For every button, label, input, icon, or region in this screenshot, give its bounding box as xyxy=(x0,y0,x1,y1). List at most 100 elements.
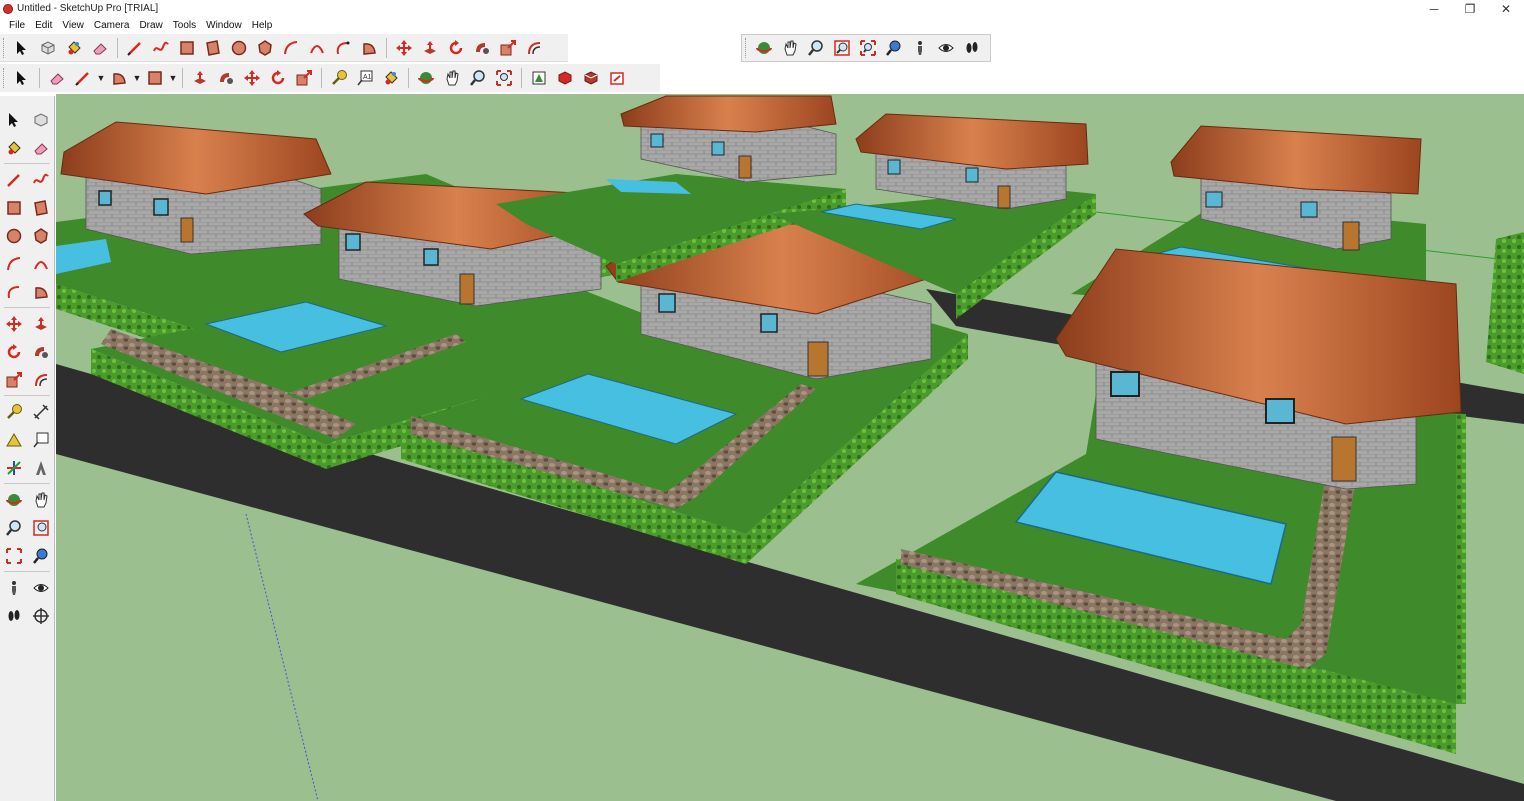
position-camera-button[interactable] xyxy=(907,35,933,61)
minimize-button[interactable]: ─ xyxy=(1416,0,1452,17)
move-button[interactable] xyxy=(239,65,265,91)
menu-camera[interactable]: Camera xyxy=(89,20,135,31)
rotated-rectangle-button[interactable] xyxy=(27,194,54,221)
text-button[interactable]: A1 xyxy=(352,65,378,91)
previous-view-button[interactable] xyxy=(27,542,54,569)
two-point-arc-button[interactable] xyxy=(27,250,54,277)
three-point-arc-button[interactable] xyxy=(0,278,27,305)
select-tool-button[interactable] xyxy=(9,65,35,91)
close-button[interactable]: ✕ xyxy=(1488,0,1524,17)
rectangle-button[interactable] xyxy=(0,194,27,221)
dimension-button[interactable] xyxy=(27,398,54,425)
eraser-button[interactable] xyxy=(27,134,54,161)
toolbar-grip[interactable] xyxy=(3,37,6,58)
push-pull-button[interactable] xyxy=(187,65,213,91)
move-button[interactable] xyxy=(391,35,417,61)
paint-bucket-button[interactable] xyxy=(0,134,27,161)
rectangle-button[interactable] xyxy=(174,35,200,61)
select-tool-button[interactable] xyxy=(9,35,35,61)
zoom-extents-button[interactable] xyxy=(491,65,517,91)
zoom-extents-button[interactable] xyxy=(0,542,27,569)
pan-button[interactable] xyxy=(777,35,803,61)
rotate-button[interactable] xyxy=(443,35,469,61)
scale-button[interactable] xyxy=(0,366,27,393)
scene-canvas[interactable] xyxy=(56,94,1524,801)
menu-file[interactable]: File xyxy=(4,20,30,31)
rotate-button[interactable] xyxy=(0,338,27,365)
arc-dropdown-button[interactable] xyxy=(106,65,132,91)
layout-button[interactable] xyxy=(578,65,604,91)
menu-tools[interactable]: Tools xyxy=(168,20,201,31)
offset-button[interactable] xyxy=(521,35,547,61)
freehand-button[interactable] xyxy=(148,35,174,61)
move-button[interactable] xyxy=(0,310,27,337)
freehand-button[interactable] xyxy=(27,166,54,193)
pan-button[interactable] xyxy=(27,486,54,513)
orbit-button[interactable] xyxy=(751,35,777,61)
arc-button[interactable] xyxy=(278,35,304,61)
3d-text-button[interactable] xyxy=(27,454,54,481)
push-pull-button[interactable] xyxy=(27,310,54,337)
zoom-button[interactable] xyxy=(0,514,27,541)
line-tool-button[interactable] xyxy=(122,35,148,61)
menu-window[interactable]: Window xyxy=(201,20,247,31)
maximize-button[interactable]: ❐ xyxy=(1452,0,1488,17)
polygon-button[interactable] xyxy=(27,222,54,249)
menu-help[interactable]: Help xyxy=(247,20,278,31)
make-component-button[interactable] xyxy=(27,106,54,133)
walk-button[interactable] xyxy=(959,35,985,61)
zoom-extents-button[interactable] xyxy=(855,35,881,61)
axes-button[interactable] xyxy=(0,454,27,481)
orbit-button[interactable] xyxy=(413,65,439,91)
rotate-button[interactable] xyxy=(265,65,291,91)
follow-me-button[interactable] xyxy=(213,65,239,91)
send-to-layout-button[interactable] xyxy=(604,65,630,91)
scale-button[interactable] xyxy=(291,65,317,91)
arc-dropdown-caret[interactable]: ▼ xyxy=(132,73,142,83)
tape-measure-button[interactable] xyxy=(326,65,352,91)
polygon-button[interactable] xyxy=(252,35,278,61)
text-button[interactable] xyxy=(27,426,54,453)
previous-view-button[interactable] xyxy=(881,35,907,61)
line-tool-button[interactable] xyxy=(70,65,96,91)
look-around-button[interactable] xyxy=(933,35,959,61)
rectangle-dropdown-caret[interactable]: ▼ xyxy=(168,73,178,83)
zoom-window-button[interactable] xyxy=(27,514,54,541)
model-viewport[interactable] xyxy=(56,94,1524,801)
pie-button[interactable] xyxy=(27,278,54,305)
section-plane-button[interactable] xyxy=(27,602,54,629)
eraser-button[interactable] xyxy=(44,65,70,91)
extension-warehouse-button[interactable] xyxy=(552,65,578,91)
look-around-button[interactable] xyxy=(27,574,54,601)
toolbar-grip[interactable] xyxy=(3,68,6,88)
position-camera-button[interactable] xyxy=(0,574,27,601)
follow-me-button[interactable] xyxy=(469,35,495,61)
select-tool-button[interactable] xyxy=(0,106,27,133)
zoom-button[interactable] xyxy=(803,35,829,61)
line-tool-button[interactable] xyxy=(0,166,27,193)
menu-draw[interactable]: Draw xyxy=(134,20,167,31)
3d-warehouse-button[interactable] xyxy=(526,65,552,91)
paint-bucket-button[interactable] xyxy=(61,35,87,61)
eraser-button[interactable] xyxy=(87,35,113,61)
rectangle-dropdown-button[interactable] xyxy=(142,65,168,91)
tape-measure-button[interactable] xyxy=(0,398,27,425)
scale-button[interactable] xyxy=(495,35,521,61)
zoom-button[interactable] xyxy=(465,65,491,91)
make-component-button[interactable] xyxy=(35,35,61,61)
pan-button[interactable] xyxy=(439,65,465,91)
offset-button[interactable] xyxy=(27,366,54,393)
two-point-arc-button[interactable] xyxy=(304,35,330,61)
paint-bucket-button[interactable] xyxy=(378,65,404,91)
rotated-rectangle-button[interactable] xyxy=(200,35,226,61)
circle-button[interactable] xyxy=(0,222,27,249)
follow-me-button[interactable] xyxy=(27,338,54,365)
push-pull-button[interactable] xyxy=(417,35,443,61)
three-point-arc-button[interactable] xyxy=(330,35,356,61)
protractor-button[interactable] xyxy=(0,426,27,453)
zoom-window-button[interactable] xyxy=(829,35,855,61)
pie-button[interactable] xyxy=(356,35,382,61)
circle-button[interactable] xyxy=(226,35,252,61)
menu-edit[interactable]: Edit xyxy=(30,20,57,31)
line-dropdown-caret[interactable]: ▼ xyxy=(96,73,106,83)
